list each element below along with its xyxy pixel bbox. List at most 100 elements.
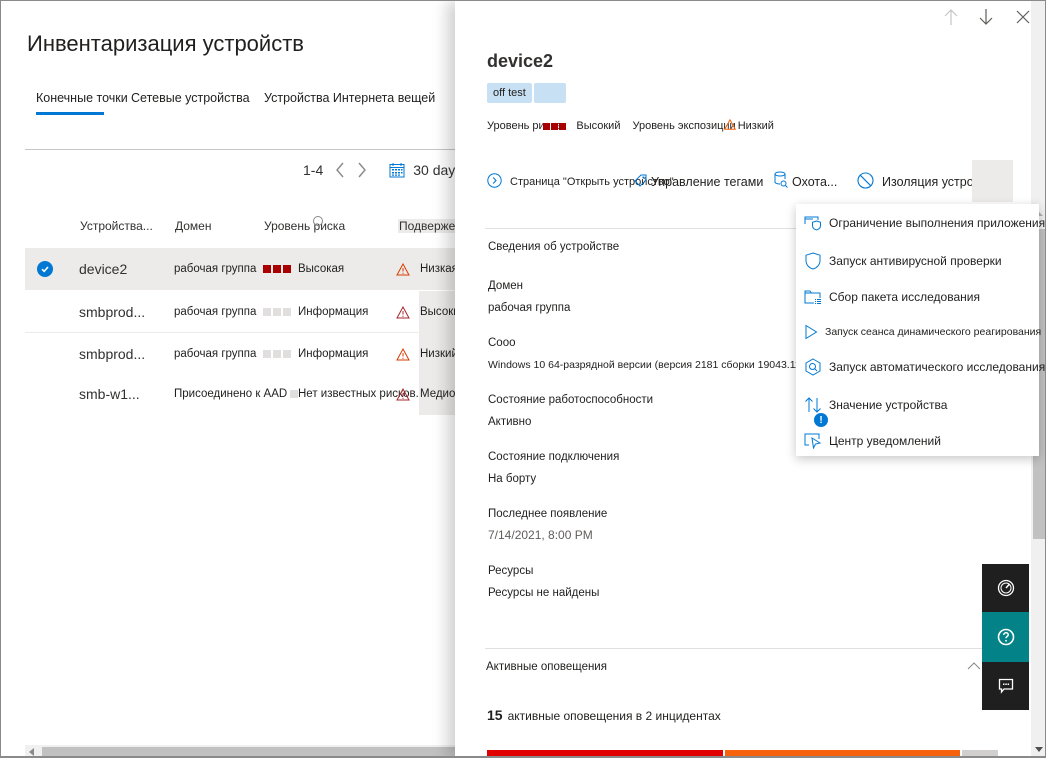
column-header-device-name[interactable]: Устройства... [80,219,153,233]
close-button[interactable] [1013,7,1033,27]
device-inventory-pane: Инвентаризация устройств Конечные точки … [1,1,495,756]
performance-button[interactable] [982,564,1029,612]
chevron-left-icon[interactable] [333,161,347,179]
field-label-last-seen: Последнее появление [488,508,608,520]
tab-network-devices[interactable]: Сетевые устройства [131,91,250,105]
alerts-count: 15 [487,707,503,723]
scroll-down-icon[interactable] [1035,747,1043,752]
pager: 1-4 30 days [303,161,462,179]
next-device-button[interactable] [976,7,996,27]
risk-level-bar [290,373,298,415]
exposure-level-text: Медиоі [419,373,459,415]
device-name[interactable]: device2 [79,248,127,290]
risk-summary: Уровень риска Высокий Уровень экспозиции… [487,118,774,134]
alerts-severity-bar [487,750,998,756]
database-search-icon [773,171,789,194]
section-title-active-alerts: Активные оповещения [486,661,607,673]
section-title-device-details: Сведения об устройстве [488,241,620,253]
field-label-domain: Домен [488,280,523,292]
column-header-risk-level[interactable]: Уровень риска [264,219,345,233]
divider [485,648,985,649]
info-badge-icon: ! [814,413,828,427]
menu-item-live-response-session[interactable]: Запуск сеанса динамического реагирования [796,317,1041,347]
more-actions-button[interactable] [972,160,1013,202]
field-value-os: Windows 10 64-разрядной версии (версия 2… [488,359,816,371]
menu-item-action-center[interactable]: Центр уведомлений [796,426,1039,456]
row-checkbox[interactable] [37,248,53,290]
menu-item-restrict-app-execution[interactable]: Ограничение выполнения приложения [796,208,1045,238]
risk-level-bar [263,248,291,290]
table-row[interactable]: smbprod... рабочая группа Информация Низ… [25,333,461,375]
tab-iot-devices[interactable]: Устройства Интернета вещей [264,91,435,105]
action-bar: Страница "Открыть устройство" Управление… [487,171,1027,193]
device-domain: рабочая группа [174,263,257,275]
horizontal-scrollbar[interactable] [25,745,461,756]
warning-icon [723,118,736,133]
field-value-last-seen: 7/14/2021, 8:00 PM [488,528,593,542]
table-row[interactable]: smb-w1... Присоединено к AAD Нет известн… [25,373,461,415]
warning-icon [396,333,410,375]
exposure-level-text: Низкая [419,248,459,290]
device-domain: рабочая группа [174,348,257,360]
alerts-summary-text: активные оповещения в 2 инцидентах [507,709,721,723]
app-window: Инвентаризация устройств Конечные точки … [0,0,1046,758]
field-label-resources: Ресурсы [488,565,534,577]
hunt-button[interactable]: Охота... [774,171,837,193]
package-icon [804,288,822,306]
exposure-level-text: Низкий [419,333,459,375]
field-value-resources: Ресурсы не найдены [488,587,600,599]
risk-level-bar [263,291,291,333]
divider [25,149,461,150]
block-icon [857,172,874,192]
warning-icon [396,373,410,415]
menu-item-collect-investigation-package[interactable]: Сбор пакета исследования [796,282,1039,312]
chevron-up-icon[interactable] [967,657,981,675]
field-label-os: Сооо [488,337,516,349]
chevron-circle-right-icon [487,173,502,191]
device-name[interactable]: smbprod... [79,333,145,375]
scroll-left-icon[interactable] [29,748,34,756]
previous-device-button[interactable] [941,7,961,27]
menu-item-device-value[interactable]: Значение устройства [796,390,1039,420]
column-header-domain[interactable]: Домен [175,219,212,233]
risk-level-value: Высокий [576,120,621,132]
chevron-right-icon[interactable] [355,161,369,179]
field-value-onboarding-status: На борту [488,473,537,485]
tag: off test [487,83,532,103]
arrow-up-icon [944,9,958,25]
help-button[interactable] [982,612,1029,662]
play-icon [804,323,818,341]
calendar-icon[interactable] [389,162,405,178]
table-row[interactable]: smbprod... рабочая группа Информация Выс… [25,291,468,333]
tab-endpoints[interactable]: Конечные точки [36,91,128,115]
risk-level-bar [263,333,291,375]
field-label-health-state: Состояние работоспособности [488,394,654,406]
device-tags: off test [487,83,566,103]
risk-level-bar [543,122,567,130]
sort-arrows-icon [804,396,822,414]
table-row[interactable]: device2 рабочая группа Высокая Низкая [25,248,461,290]
action-center-icon [804,432,822,450]
alerts-bar-segment-high [487,750,723,756]
page-range: 1-4 [303,162,324,178]
page-title: Инвентаризация устройств [27,31,304,56]
help-icon [997,628,1014,646]
feedback-icon [998,678,1013,694]
divider [485,228,825,229]
info-icon[interactable] [313,216,323,226]
menu-item-run-antivirus-scan[interactable]: Запуск антивирусной проверки [796,246,1039,276]
field-value-health-state: Активно [488,416,532,428]
investigation-icon [804,358,822,376]
scrollbar-thumb[interactable] [42,747,461,756]
exposure-level-value: Низкий [737,120,774,132]
device-name[interactable]: smb-w1... [79,373,140,415]
device-name[interactable]: smbprod... [79,291,145,333]
feedback-button[interactable] [982,662,1029,710]
field-value-domain: рабочая группа [488,302,571,314]
warning-icon [396,248,410,290]
device-title: device2 [487,51,554,71]
side-button-stack [982,564,1029,710]
manage-tags-button[interactable]: Управление тегами [634,171,763,193]
device-domain: рабочая группа [174,306,257,318]
menu-item-automated-investigation[interactable]: Запуск автоматического исследования [796,352,1045,382]
